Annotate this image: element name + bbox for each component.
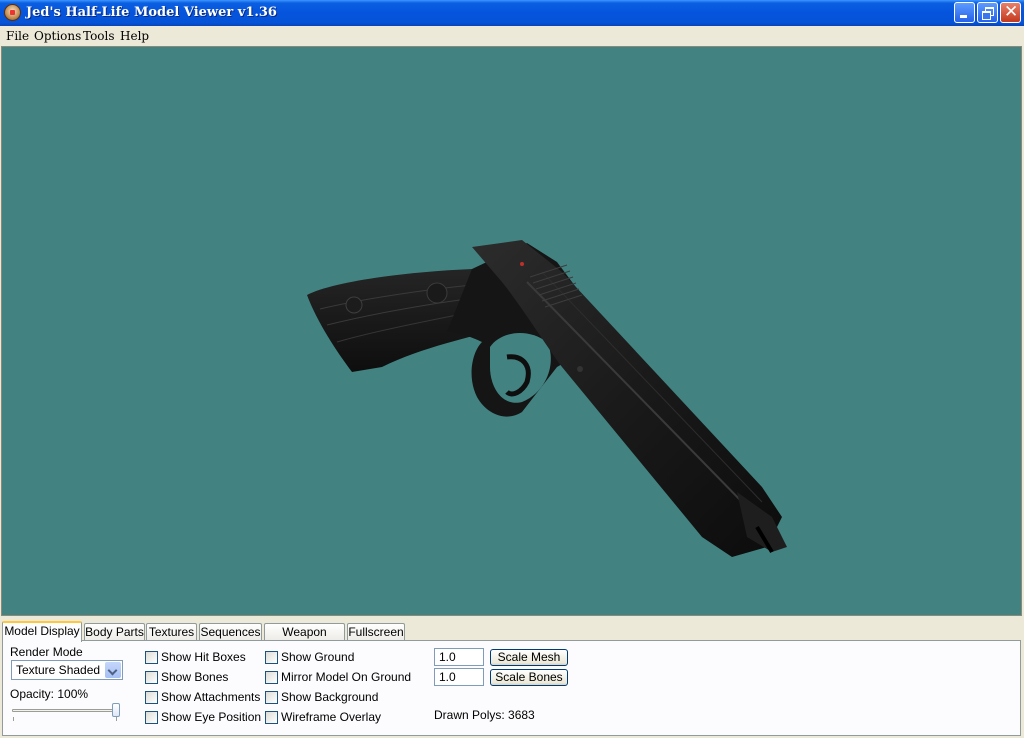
title-bar[interactable]: Jed's Half-Life Model Viewer v1.36 ✕: [0, 0, 1024, 26]
checkbox-label: Mirror Model On Ground: [281, 670, 412, 684]
slider-tick: [116, 717, 117, 721]
menu-options[interactable]: Options: [34, 29, 81, 43]
show-bones-checkbox[interactable]: Show Bones: [145, 670, 228, 684]
menu-help[interactable]: Help: [120, 29, 149, 43]
checkbox-label: Show Eye Position: [161, 710, 262, 724]
menu-file[interactable]: File: [6, 29, 29, 43]
tab-textures[interactable]: Textures: [146, 623, 197, 641]
checkbox-label: Show Ground: [281, 650, 355, 664]
opacity-slider-thumb[interactable]: [112, 703, 120, 717]
scale-mesh-input[interactable]: 1.0: [434, 648, 484, 666]
render-mode-select[interactable]: Texture Shaded: [11, 660, 123, 680]
opacity-slider-track[interactable]: [12, 709, 120, 712]
minimize-icon: [960, 15, 967, 18]
tab-body-parts[interactable]: Body Parts: [84, 623, 145, 641]
restore-icon: [982, 7, 994, 20]
model-display-panel: Render Mode Texture Shaded Opacity: 100%…: [2, 640, 1021, 736]
pistol-model: [307, 240, 787, 557]
checkbox-label: Wireframe Overlay: [281, 710, 382, 724]
slider-tick: [13, 717, 14, 721]
close-button[interactable]: ✕: [1000, 2, 1021, 23]
tab-weapon-origin[interactable]: Weapon Origin: [264, 623, 345, 655]
drawn-polys-readout: Drawn Polys: 3683: [434, 708, 535, 722]
close-icon: ✕: [1004, 2, 1019, 22]
show-ground-checkbox[interactable]: Show Ground: [265, 650, 354, 664]
show-attachments-checkbox[interactable]: Show Attachments: [145, 690, 260, 704]
mirror-model-checkbox[interactable]: Mirror Model On Ground: [265, 670, 411, 684]
scale-bones-button[interactable]: Scale Bones: [490, 669, 568, 686]
checkbox-box[interactable]: [145, 690, 158, 704]
render-mode-value: Texture Shaded: [16, 663, 101, 677]
opacity-label: Opacity: 100%: [10, 687, 89, 701]
scale-bones-input[interactable]: 1.0: [434, 668, 484, 686]
tab-model-display[interactable]: Model Display: [2, 621, 82, 642]
show-hit-boxes-checkbox[interactable]: Show Hit Boxes: [145, 650, 246, 664]
checkbox-label: Show Attachments: [161, 690, 261, 704]
tab-fullscreen[interactable]: Fullscreen: [347, 623, 405, 641]
checkbox-box[interactable]: [265, 690, 278, 704]
checkbox-label: Show Hit Boxes: [161, 650, 246, 664]
chevron-down-icon[interactable]: [105, 662, 121, 678]
tab-sequences[interactable]: Sequences: [199, 623, 262, 641]
checkbox-box[interactable]: [265, 650, 278, 664]
menu-bar: File Options Tools Help: [0, 26, 1024, 46]
restore-button[interactable]: [977, 2, 998, 23]
app-icon[interactable]: [4, 4, 21, 21]
checkbox-label: Show Bones: [161, 670, 229, 684]
checkbox-label: Show Background: [281, 690, 379, 704]
checkbox-box[interactable]: [265, 710, 278, 724]
show-eye-position-checkbox[interactable]: Show Eye Position: [145, 710, 261, 724]
checkbox-box[interactable]: [145, 670, 158, 684]
render-mode-label: Render Mode: [10, 645, 83, 659]
wireframe-overlay-checkbox[interactable]: Wireframe Overlay: [265, 710, 381, 724]
checkbox-box[interactable]: [145, 710, 158, 724]
checkbox-box[interactable]: [265, 670, 278, 684]
scale-mesh-button[interactable]: Scale Mesh: [490, 649, 568, 666]
checkbox-box[interactable]: [145, 650, 158, 664]
model-viewport[interactable]: [1, 46, 1022, 616]
minimize-button[interactable]: [954, 2, 975, 23]
show-background-checkbox[interactable]: Show Background: [265, 690, 378, 704]
menu-tools[interactable]: Tools: [83, 29, 115, 43]
window-title: Jed's Half-Life Model Viewer v1.36: [26, 5, 277, 20]
